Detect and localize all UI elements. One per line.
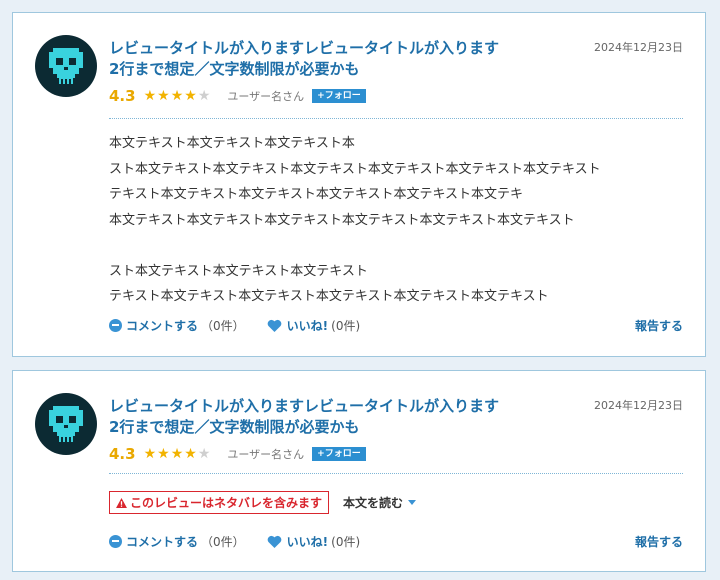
comment-label[interactable]: コメントする bbox=[126, 317, 198, 334]
review-title-line1[interactable]: レビュータイトルが入りますレビュータイトルが入ります bbox=[109, 38, 549, 59]
star-icon: ★ bbox=[184, 446, 197, 462]
skull-icon bbox=[49, 48, 83, 84]
like-count: (0件) bbox=[331, 535, 361, 549]
divider bbox=[109, 118, 683, 119]
caret-down-icon bbox=[408, 500, 417, 505]
body-line: テキスト本文テキスト本文テキスト本文テキスト本文テキスト本文テキ bbox=[109, 187, 524, 202]
body-line: 本文テキスト本文テキスト本文テキスト本 bbox=[109, 136, 355, 151]
review-title[interactable]: レビュータイトルが入りますレビュータイトルが入ります 2行まで想定／文字数制限が… bbox=[109, 396, 549, 438]
review-body: 本文テキスト本文テキスト本文テキスト本 スト本文テキスト本文テキスト本文テキスト… bbox=[109, 131, 669, 310]
comment-bubble-icon bbox=[109, 319, 122, 332]
review-date: 2024年12月23日 bbox=[594, 399, 683, 412]
spoiler-row: このレビューはネタバレを含みます 本文を読む bbox=[109, 491, 417, 514]
like-button[interactable]: いいね! (0件) bbox=[245, 317, 360, 334]
rating-row: 4.3 ★ ★ ★ ★ ★ ユーザー名さん +フォロー bbox=[109, 87, 366, 105]
review-title-line2[interactable]: 2行まで想定／文字数制限が必要かも bbox=[109, 59, 549, 80]
body-line: スト本文テキスト本文テキスト本文テキスト bbox=[109, 263, 368, 279]
like-count: (0件) bbox=[331, 319, 361, 333]
star-icon: ★ bbox=[157, 88, 170, 104]
review-title-line1[interactable]: レビュータイトルが入りますレビュータイトルが入ります bbox=[109, 396, 549, 417]
rating-score: 4.3 bbox=[109, 87, 136, 105]
like-button[interactable]: いいね! (0件) bbox=[245, 533, 360, 550]
heart-icon bbox=[267, 319, 281, 332]
avatar[interactable] bbox=[35, 393, 97, 455]
report-button[interactable]: 報告する bbox=[635, 317, 683, 334]
avatar[interactable] bbox=[35, 35, 97, 97]
body-line: 本文テキスト本文テキスト本文テキスト本文テキスト本文テキスト本文テキスト bbox=[109, 212, 575, 228]
comment-count: （0件） bbox=[201, 319, 245, 333]
star-icon: ★ bbox=[184, 88, 197, 104]
star-icon: ★ bbox=[143, 446, 157, 462]
star-icon: ★ bbox=[170, 446, 184, 462]
star-rating: ★ ★ ★ ★ ★ bbox=[144, 89, 212, 103]
spoiler-label: このレビューはネタバレを含みます bbox=[130, 496, 323, 510]
spoiler-badge: このレビューはネタバレを含みます bbox=[109, 491, 330, 514]
read-more-label[interactable]: 本文を読む bbox=[343, 494, 403, 511]
report-button[interactable]: 報告する bbox=[635, 533, 683, 550]
comment-label[interactable]: コメントする bbox=[126, 533, 198, 550]
body-line: スト本文テキスト本文テキスト本文テキスト本文テキスト本文テキスト本文テキスト bbox=[109, 161, 601, 177]
like-label[interactable]: いいね! bbox=[287, 533, 328, 550]
review-title-line2[interactable]: 2行まで想定／文字数制限が必要かも bbox=[109, 417, 549, 438]
heart-icon bbox=[267, 535, 281, 548]
warning-icon bbox=[116, 497, 127, 508]
star-icon: ★ bbox=[143, 88, 157, 104]
review-title[interactable]: レビュータイトルが入りますレビュータイトルが入ります 2行まで想定／文字数制限が… bbox=[109, 38, 549, 80]
review-date: 2024年12月23日 bbox=[594, 41, 683, 54]
follow-button[interactable]: +フォロー bbox=[312, 89, 366, 103]
divider bbox=[109, 473, 683, 474]
username[interactable]: ユーザー名さん bbox=[227, 88, 304, 104]
review-footer: コメントする （0件） いいね! (0件) 報告する bbox=[109, 533, 683, 550]
rating-row: 4.3 ★ ★ ★ ★ ★ ユーザー名さん +フォロー bbox=[109, 445, 366, 463]
comment-bubble-icon bbox=[109, 535, 122, 548]
username[interactable]: ユーザー名さん bbox=[227, 446, 304, 462]
star-empty-icon: ★ bbox=[197, 446, 211, 462]
star-empty-icon: ★ bbox=[197, 88, 211, 104]
comment-button[interactable]: コメントする （0件） bbox=[109, 533, 245, 550]
body-blank-line bbox=[109, 233, 669, 259]
skull-icon bbox=[49, 406, 83, 442]
review-card-1: レビュータイトルが入りますレビュータイトルが入ります 2行まで想定／文字数制限が… bbox=[12, 12, 706, 357]
star-icon: ★ bbox=[157, 446, 170, 462]
star-icon: ★ bbox=[170, 88, 184, 104]
follow-button[interactable]: +フォロー bbox=[312, 447, 366, 461]
rating-score: 4.3 bbox=[109, 445, 136, 463]
comment-count: （0件） bbox=[201, 535, 245, 549]
body-line: テキスト本文テキスト本文テキスト本文テキスト本文テキスト本文テキスト bbox=[109, 289, 549, 304]
like-label[interactable]: いいね! bbox=[287, 317, 328, 334]
comment-button[interactable]: コメントする （0件） bbox=[109, 317, 245, 334]
read-more-button[interactable]: 本文を読む bbox=[343, 494, 417, 511]
review-card-2: レビュータイトルが入りますレビュータイトルが入ります 2行まで想定／文字数制限が… bbox=[12, 370, 706, 572]
star-rating: ★ ★ ★ ★ ★ bbox=[144, 447, 212, 461]
review-footer: コメントする （0件） いいね! (0件) 報告する bbox=[109, 317, 683, 334]
